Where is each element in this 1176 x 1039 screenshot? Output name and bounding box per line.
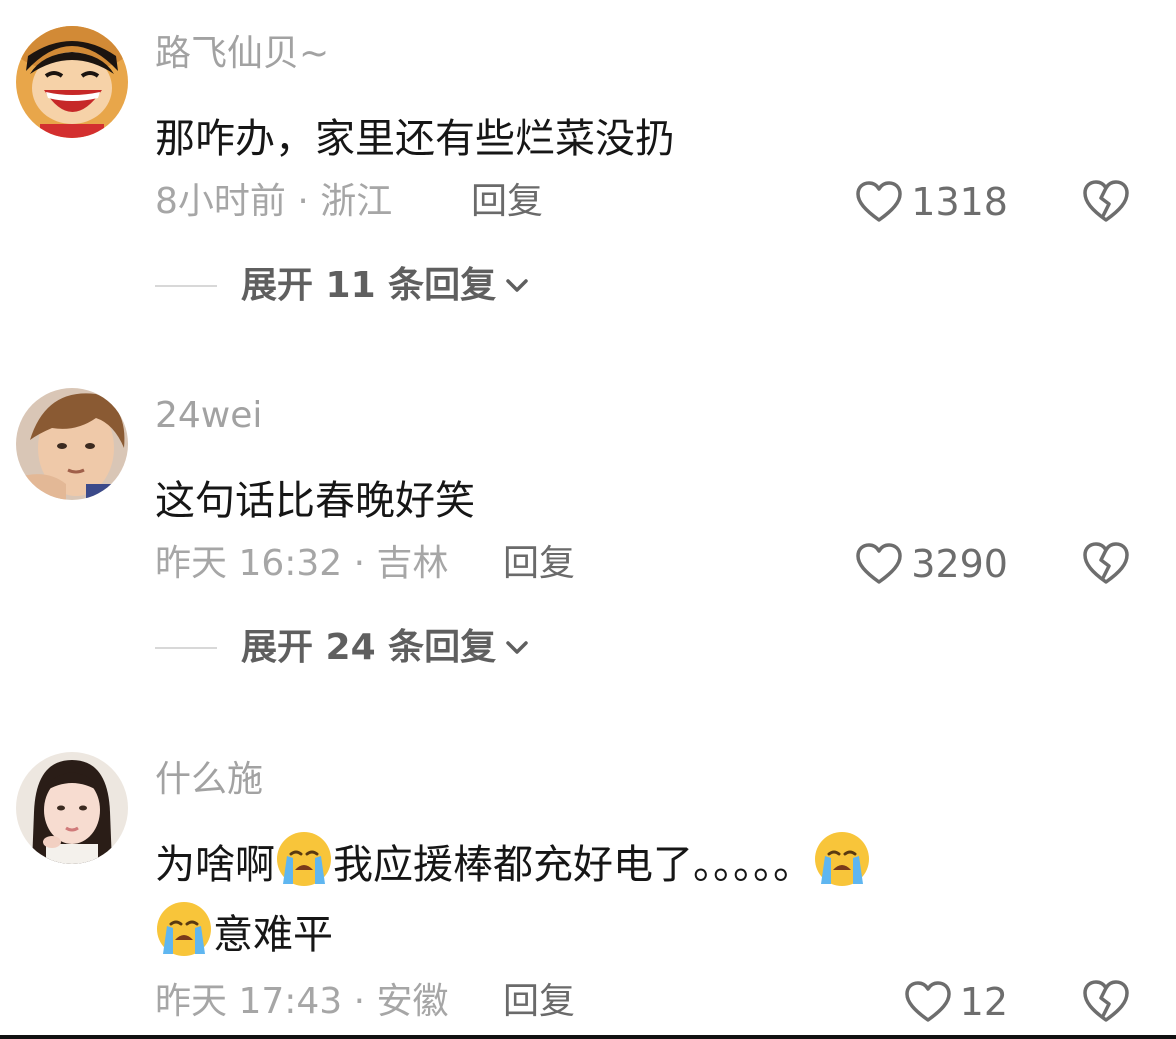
reply-button[interactable]: 回复: [503, 544, 575, 584]
comment-text: 那咋办，家里还有些烂菜没扔: [155, 116, 675, 162]
like-button[interactable]: 12: [904, 978, 1008, 1026]
comment-text-part: 为啥啊: [155, 842, 275, 888]
like-count: 1318: [911, 180, 1008, 224]
like-button[interactable]: 1318: [855, 178, 1008, 226]
broken-heart-icon: [1083, 542, 1129, 584]
username[interactable]: 路飞仙贝~: [155, 34, 329, 74]
like-count: 12: [959, 980, 1008, 1024]
expand-replies-button[interactable]: 展开 24 条回复: [155, 626, 530, 670]
reply-button[interactable]: 回复: [471, 182, 543, 222]
username[interactable]: 什么施: [155, 760, 263, 800]
broken-heart-icon: [1083, 180, 1129, 222]
avatar-young-woman-icon[interactable]: [16, 752, 128, 864]
reply-button[interactable]: 回复: [503, 982, 575, 1022]
expand-replies-label: 展开 11 条回复: [241, 265, 497, 306]
loudly-crying-face-emoji: [815, 832, 869, 886]
heart-icon: [856, 181, 903, 222]
like-count: 3290: [911, 542, 1008, 586]
loudly-crying-face-emoji: [277, 832, 331, 886]
heart-icon: [904, 981, 951, 1022]
avatar-young-man-icon[interactable]: [16, 388, 128, 500]
comment-text-part: 意难平: [213, 912, 333, 958]
comment-text-part: 我应援棒都充好电了。。。。。: [333, 842, 813, 888]
divider-line: [155, 647, 217, 649]
avatar-cartoon-boy-icon[interactable]: [16, 26, 128, 138]
comment-text: 这句话比春晚好笑: [155, 478, 475, 524]
broken-heart-icon: [1083, 980, 1129, 1022]
username[interactable]: 24wei: [155, 396, 262, 436]
comment-text: 为啥啊 我应援棒都充好电了。。。。。 意难平: [155, 830, 1115, 970]
dislike-button[interactable]: [1082, 178, 1130, 226]
divider-line: [155, 285, 217, 287]
chevron-down-icon: [506, 641, 528, 654]
bottom-edge: [0, 1035, 1176, 1039]
expand-replies-button[interactable]: 展开 11 条回复: [155, 264, 530, 308]
expand-replies-label: 展开 24 条回复: [241, 627, 497, 668]
loudly-crying-face-emoji: [157, 902, 211, 956]
like-button[interactable]: 3290: [855, 540, 1008, 588]
heart-icon: [856, 543, 903, 584]
comment-time-location: 昨天 17:43 · 安徽: [155, 981, 449, 1022]
comment-time-location: 8小时前 · 浙江: [155, 181, 393, 222]
chevron-down-icon: [506, 279, 528, 292]
dislike-button[interactable]: [1082, 978, 1130, 1026]
dislike-button[interactable]: [1082, 540, 1130, 588]
comment-time-location: 昨天 16:32 · 吉林: [155, 543, 449, 584]
